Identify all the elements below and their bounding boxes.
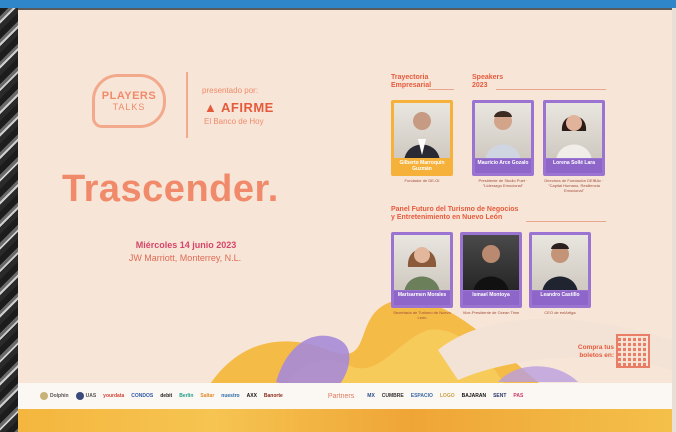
partner-logo: LOGO — [439, 393, 455, 399]
partner-logo: BAJARAN — [461, 393, 487, 399]
section-panel-rule — [526, 221, 606, 222]
sponsor-bar: Dolphin UAS yourdata CONDOS debit Berlin… — [18, 383, 672, 409]
players-talks-logo: PLAYERS TALKS — [92, 74, 166, 128]
partners-label: Partners — [327, 392, 355, 400]
sponsor-logo: UAS — [75, 392, 96, 400]
sponsor-logo: Dolphin — [40, 392, 69, 400]
partner-logo: MX — [367, 393, 375, 399]
buy-tickets-line2: boletos en: — [579, 352, 614, 359]
speaker-role: Directora de Fundación DEIBAc · "Capital… — [544, 178, 604, 193]
buy-tickets-line1: Compra tus — [577, 344, 614, 351]
sponsor-logo: Saltar — [200, 393, 215, 399]
person-avatar-icon — [556, 115, 592, 158]
person-avatar-icon — [542, 243, 578, 290]
section-trayectoria-rule — [428, 89, 454, 90]
afirme-logo: ▲ AFIRME — [204, 100, 274, 115]
right-edge-strip — [672, 8, 676, 432]
logo-line1: PLAYERS — [101, 90, 157, 102]
speaker-name: Gilberto Marroquín Guzmán — [394, 159, 450, 173]
panelist-card: Ismael Montoya — [460, 232, 522, 308]
partner-logo: SENT — [493, 393, 507, 399]
panelist-photo — [532, 235, 588, 290]
bottom-ribbon-band — [18, 409, 672, 432]
partner-logo: ESPACIO — [410, 393, 433, 399]
sponsor-logo: debit — [160, 393, 173, 399]
speaker-name: Mauricio Arce Gozalo — [475, 159, 531, 173]
section-panel-line2: y Entretenimiento en Nuevo León — [391, 214, 503, 221]
panelist-card: Leandro Castillo — [529, 232, 591, 308]
event-date: Miércoles 14 junio 2023 — [135, 240, 237, 250]
afirme-triangle-icon: ▲ — [204, 100, 218, 115]
sponsor-logo: CONDOS — [131, 393, 154, 399]
speaker-role: Fundador de DE-GI — [404, 178, 440, 183]
panelist-name: Ismael Montoya — [463, 291, 519, 305]
speaker-photo — [475, 103, 531, 158]
section-panel-line1: Panel Futuro del Turismo de Negocios — [391, 206, 519, 213]
sponsor-logo: nuestro — [221, 393, 240, 399]
section-speakers-rule — [496, 89, 606, 90]
event-venue: JW Marriott, Monterrey, N.L. — [128, 253, 242, 263]
section-trayectoria: Trayectoria Empresarial — [391, 74, 431, 90]
left-photo-strip — [0, 8, 18, 432]
person-avatar-icon — [404, 247, 440, 290]
sponsor-mark-icon — [40, 392, 48, 400]
person-avatar-icon — [485, 111, 521, 158]
afirme-brand: AFIRME — [221, 100, 274, 115]
sponsor-logo: Banorte — [263, 393, 283, 399]
partner-logo: PAS — [513, 393, 524, 399]
speaker-card: Lorena Sollé Lara — [543, 100, 605, 176]
sponsor-mark-icon — [75, 392, 84, 400]
speaker-photo — [546, 103, 602, 158]
person-avatar-icon — [473, 245, 509, 290]
section-panel: Panel Futuro del Turismo de Negocios y E… — [391, 206, 651, 222]
tickets-qr-code[interactable] — [616, 334, 650, 368]
buy-tickets-label: Compra tus boletos en: — [566, 344, 614, 360]
speaker-name: Lorena Sollé Lara — [546, 159, 602, 173]
panelist-name: Leandro Castillo — [532, 291, 588, 305]
section-trayectoria-line2: Empresarial — [391, 82, 432, 89]
panelist-photo — [394, 235, 450, 290]
presented-by-label: presentado por: — [202, 86, 259, 95]
logo-line2: TALKS — [112, 102, 146, 112]
speaker-card: Gilberto Marroquín Guzmán — [391, 100, 453, 176]
section-speakers-line1: Speakers — [472, 74, 504, 81]
speaker-card: Mauricio Arce Gozalo — [472, 100, 534, 176]
sponsor-logo: AXX — [246, 393, 257, 399]
speaker-role: Presidente de Studio Puet · "Liderazgo E… — [478, 178, 528, 188]
panelist-card: Marisarmen Morales — [391, 232, 453, 308]
panelist-role: Vice-Presidente de Ocean Time — [462, 310, 520, 315]
section-trayectoria-line1: Trayectoria — [391, 74, 429, 81]
sponsor-logo: Berlin — [179, 393, 194, 399]
logo-divider — [186, 72, 188, 138]
browser-top-bar — [0, 0, 676, 8]
panelist-photo — [463, 235, 519, 290]
person-avatar-icon — [404, 112, 440, 158]
section-speakers: Speakers 2023 — [472, 74, 503, 90]
panelist-role: Secretaría de Turismo de Nuevo León — [393, 310, 451, 320]
panelist-role: CEO de enlArtiga — [544, 310, 576, 315]
sponsor-logo: yourdata — [103, 393, 125, 399]
speaker-photo — [394, 103, 450, 158]
afirme-tagline: El Banco de Hoy — [204, 117, 264, 126]
partner-logo: CUMBRE — [381, 393, 404, 399]
panelist-name: Marisarmen Morales — [394, 291, 450, 305]
event-title: Trascender. — [62, 168, 279, 210]
event-poster: PLAYERS TALKS presentado por: ▲ AFIRME E… — [18, 10, 672, 432]
